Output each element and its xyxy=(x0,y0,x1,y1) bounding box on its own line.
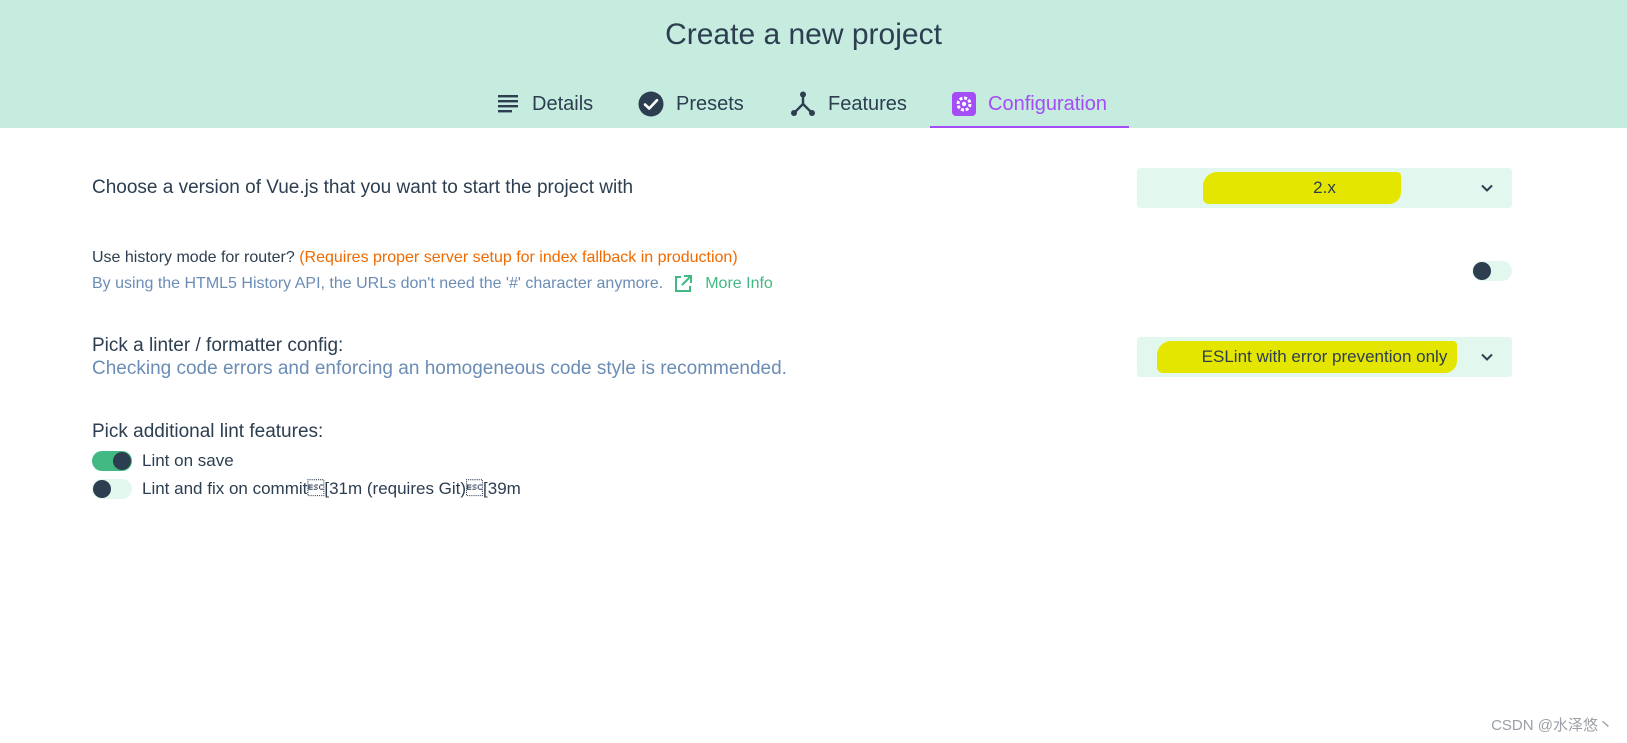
vue-version-label: Choose a version of Vue.js that you want… xyxy=(92,177,634,198)
tab-configuration[interactable]: Configuration xyxy=(930,80,1129,128)
more-info-link[interactable]: More Info xyxy=(673,274,773,294)
history-mode-description-row: By using the HTML5 History API, the URLs… xyxy=(92,274,773,294)
external-link-icon xyxy=(675,275,693,292)
chevron-down-icon xyxy=(1481,353,1493,361)
tab-features[interactable]: Features xyxy=(790,80,907,128)
tab-presets[interactable]: Presets xyxy=(638,80,744,128)
highlight-mark xyxy=(1203,172,1401,204)
vue-version-value: 2.x xyxy=(1313,178,1336,197)
lint-on-save-toggle[interactable] xyxy=(92,451,132,471)
tab-details[interactable]: Details xyxy=(498,80,593,128)
lint-features-label: Pick additional lint features: xyxy=(92,421,324,442)
history-mode-label: Use history mode for router? xyxy=(92,249,295,266)
chevron-down-icon xyxy=(1481,184,1493,192)
more-info-label: More Info xyxy=(705,275,773,292)
toggle-knob xyxy=(1473,262,1491,280)
lint-on-save-label: Lint on save xyxy=(142,451,234,470)
list-icon xyxy=(498,95,518,113)
watermark: CSDN @水泽悠丶 xyxy=(1491,717,1613,734)
fork-icon xyxy=(791,91,815,116)
tab-bar: Details Presets Features Configuration xyxy=(0,80,1627,128)
tab-details-label: Details xyxy=(532,92,594,115)
toggle-knob xyxy=(113,452,131,470)
tab-presets-label: Presets xyxy=(676,92,744,115)
header: Create a new project Details Presets Fea… xyxy=(0,0,1627,128)
gear-icon xyxy=(952,92,976,116)
lint-on-commit-label: Lint and fix on commit[31m (requires Gi… xyxy=(142,479,521,498)
linter-label: Pick a linter / formatter config: xyxy=(92,335,344,356)
history-mode-toggle[interactable] xyxy=(1472,261,1512,281)
page-title: Create a new project xyxy=(665,18,942,51)
linter-value: ESLint with error prevention only xyxy=(1201,347,1448,366)
tab-configuration-label: Configuration xyxy=(988,92,1107,115)
history-mode-row: Use history mode for router? (Requires p… xyxy=(92,249,738,267)
lint-on-commit-toggle[interactable] xyxy=(92,479,132,499)
tab-features-label: Features xyxy=(828,92,907,115)
check-circle-icon xyxy=(638,91,664,117)
vue-version-select[interactable]: 2.x xyxy=(1137,168,1512,208)
linter-description: Checking code errors and enforcing an ho… xyxy=(92,358,787,379)
history-mode-description: By using the HTML5 History API, the URLs… xyxy=(92,275,664,292)
linter-select[interactable]: ESLint with error prevention only xyxy=(1137,337,1512,377)
toggle-knob xyxy=(93,480,111,498)
history-mode-warning: (Requires proper server setup for index … xyxy=(299,249,738,266)
